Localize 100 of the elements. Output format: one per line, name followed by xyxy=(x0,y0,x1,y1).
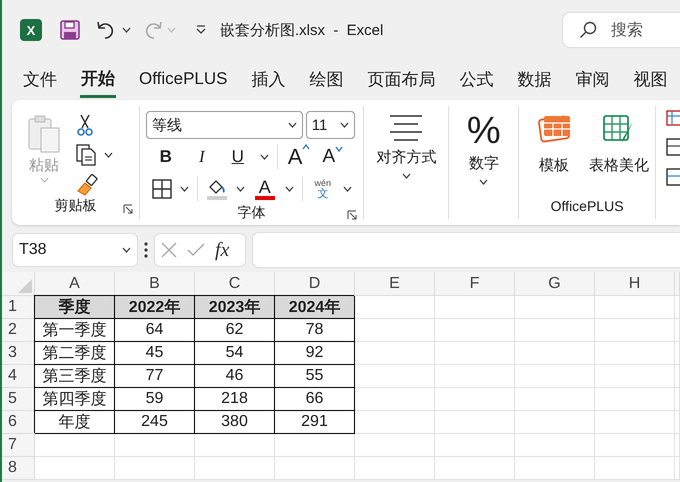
column-header[interactable]: C xyxy=(195,272,275,296)
table-cell: 77 xyxy=(115,365,195,388)
ribbon-tab[interactable]: 数据 xyxy=(516,60,553,98)
caret-icon[interactable] xyxy=(122,27,131,33)
clipboard-icon xyxy=(27,114,61,154)
caret-icon[interactable] xyxy=(284,186,294,192)
caret-icon[interactable] xyxy=(122,247,131,253)
row-header[interactable]: 4 xyxy=(2,365,35,388)
table-cell: 45 xyxy=(115,342,195,365)
table-cell: 第四季度 xyxy=(35,388,115,411)
table-cell: 2024年 xyxy=(275,296,355,319)
window-title: 嵌套分析图.xlsx - Excel xyxy=(220,20,384,40)
column-header[interactable]: G xyxy=(515,272,595,296)
underline-button[interactable]: U xyxy=(224,147,252,167)
column-header[interactable]: F xyxy=(435,272,515,296)
grow-font-button[interactable]: A xyxy=(286,144,312,170)
ribbon-tab[interactable]: 审阅 xyxy=(574,60,611,98)
font-size-dropdown[interactable]: 11 xyxy=(306,111,355,139)
row-header[interactable]: 3 xyxy=(2,342,35,365)
caret-icon[interactable] xyxy=(402,173,411,179)
caret-icon[interactable] xyxy=(342,186,352,192)
caret-icon[interactable] xyxy=(104,152,113,158)
ribbon-tab[interactable]: 公式 xyxy=(458,60,495,98)
phonetic-guide-button[interactable]: wén 文 xyxy=(310,178,335,200)
table-cell: 78 xyxy=(275,319,355,342)
table-beautify-button[interactable]: 表格美化 xyxy=(589,110,649,196)
table-cell: 64 xyxy=(115,319,195,342)
row-header[interactable]: 5 xyxy=(2,388,35,411)
row-header[interactable]: 6 xyxy=(2,411,35,434)
search-field[interactable]: 搜索 xyxy=(562,12,680,48)
group-label: 字体 xyxy=(238,204,266,222)
align-lines-icon xyxy=(389,114,424,142)
paste-label: 粘贴 xyxy=(29,156,59,175)
copy-icon[interactable] xyxy=(76,144,96,166)
table-cell: 66 xyxy=(275,388,355,411)
ribbon-tab[interactable]: 插入 xyxy=(250,60,287,98)
shrink-font-button[interactable]: A xyxy=(320,146,346,168)
font-name-dropdown[interactable]: 等线 xyxy=(146,111,303,139)
fill-color-icon[interactable] xyxy=(206,178,228,200)
name-box[interactable]: T38 xyxy=(12,233,138,267)
table-cell: 218 xyxy=(195,388,275,411)
column-header[interactable]: E xyxy=(355,272,435,296)
row-header[interactable]: 2 xyxy=(2,319,35,342)
caret-up-icon xyxy=(302,144,310,150)
paintbrush-icon[interactable] xyxy=(76,174,98,196)
dialog-launcher-icon[interactable] xyxy=(122,204,133,214)
italic-button[interactable]: I xyxy=(188,147,216,167)
row-header[interactable]: 8 xyxy=(2,457,35,480)
caret-icon[interactable] xyxy=(340,122,349,128)
customize-icon[interactable] xyxy=(196,25,206,35)
table-cell: 380 xyxy=(195,411,275,434)
cells-icon[interactable] xyxy=(666,168,680,186)
ribbon-tab[interactable]: 绘图 xyxy=(308,60,345,98)
search-icon xyxy=(579,21,597,39)
ribbon-tab[interactable]: 文件 xyxy=(22,60,58,98)
caret-down-icon xyxy=(335,146,344,152)
insert-function-button[interactable]: fx xyxy=(215,238,230,262)
row-header[interactable]: 1 xyxy=(2,296,35,319)
ribbon-tab[interactable]: 视图 xyxy=(632,60,669,98)
table-cell: 59 xyxy=(115,388,195,411)
ribbon-tab[interactable]: 页面布局 xyxy=(366,60,437,98)
font-color-button[interactable]: A xyxy=(252,178,277,200)
scissors-icon[interactable] xyxy=(76,114,94,136)
alignment-button[interactable]: 对齐方式 xyxy=(370,110,442,216)
column-header[interactable]: D xyxy=(275,272,355,296)
cells-icon[interactable] xyxy=(666,138,680,156)
table-cell: 245 xyxy=(115,411,195,434)
table-cell: 54 xyxy=(195,342,275,365)
table-cell: 291 xyxy=(275,411,355,434)
number-format-button[interactable]: % 数字 xyxy=(455,110,512,216)
formula-input-field[interactable] xyxy=(252,232,680,268)
column-header[interactable]: A xyxy=(35,272,115,296)
column-header[interactable]: B xyxy=(115,272,195,296)
table-cell: 46 xyxy=(195,365,275,388)
table-cell: 第二季度 xyxy=(35,342,115,365)
caret-icon[interactable] xyxy=(479,179,488,185)
table-cell: 2022年 xyxy=(115,296,195,319)
table-cell: 第一季度 xyxy=(35,319,115,342)
caret-icon[interactable] xyxy=(180,186,189,192)
table-cell: 92 xyxy=(275,342,355,365)
table-cell: 2023年 xyxy=(195,296,275,319)
caret-icon[interactable] xyxy=(288,122,297,128)
template-button[interactable]: 模板 xyxy=(525,110,583,196)
table-icon[interactable] xyxy=(666,110,680,126)
table-cell: 55 xyxy=(275,365,355,388)
dialog-launcher-icon[interactable] xyxy=(347,210,358,220)
row-header[interactable]: 7 xyxy=(2,434,35,457)
column-header[interactable]: H xyxy=(595,272,675,296)
table-cell: 季度 xyxy=(35,296,115,319)
table-cell: 62 xyxy=(195,319,275,342)
caret-icon[interactable] xyxy=(236,186,245,192)
bold-button[interactable]: B xyxy=(152,147,180,167)
table-cell: 年度 xyxy=(35,411,115,434)
borders-icon[interactable] xyxy=(152,179,172,199)
more-options-icon[interactable] xyxy=(144,242,148,258)
ribbon-tab[interactable]: OfficePLUS xyxy=(138,60,229,98)
table-template-icon xyxy=(537,114,572,144)
app-icon[interactable]: X xyxy=(20,19,42,41)
save-icon[interactable] xyxy=(60,20,80,40)
caret-icon[interactable] xyxy=(260,154,269,160)
